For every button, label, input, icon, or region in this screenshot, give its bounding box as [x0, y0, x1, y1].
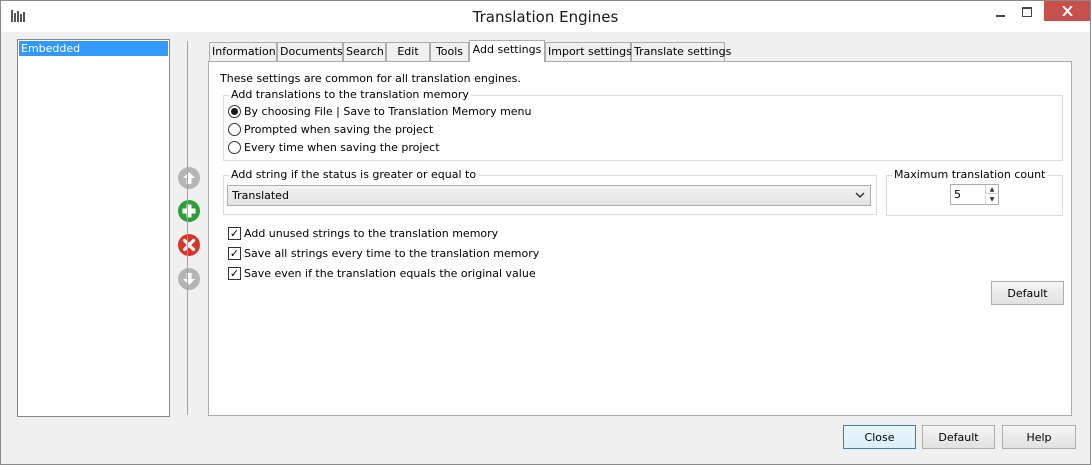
- intro-text: These settings are common for all transl…: [220, 72, 521, 85]
- tab-add-settings[interactable]: Add settings: [469, 40, 545, 62]
- tab-translate-settings[interactable]: Translate settings: [631, 42, 731, 61]
- max-count-spinner[interactable]: 5 ▲ ▼: [950, 184, 999, 205]
- close-button[interactable]: Close: [843, 425, 916, 449]
- vertical-separator: [187, 41, 188, 415]
- radio-label: By choosing File | Save to Translation M…: [244, 104, 532, 118]
- tab-tools[interactable]: Tools: [430, 42, 469, 61]
- memory-group-title: Add translations to the translation memo…: [229, 88, 471, 101]
- radio-button[interactable]: [228, 104, 241, 118]
- checkbox-label: Save even if the translation equals the …: [244, 266, 536, 280]
- add-icon: [178, 200, 200, 222]
- max-count-value[interactable]: 5: [954, 188, 961, 201]
- tab-edit[interactable]: Edit: [386, 42, 430, 61]
- close-icon: [1061, 6, 1073, 16]
- title-bar: Translation Engines: [1, 1, 1090, 32]
- add-button[interactable]: [177, 199, 201, 223]
- tab-import-settings[interactable]: Import settings: [545, 42, 632, 61]
- radio-save-menu[interactable]: By choosing File | Save to Translation M…: [228, 103, 532, 119]
- checkbox[interactable]: ✓: [228, 226, 241, 240]
- radio-label: Prompted when saving the project: [244, 122, 434, 136]
- spinner-down-button[interactable]: ▼: [985, 195, 998, 204]
- window-title: Translation Engines: [472, 8, 619, 26]
- spinner-buttons: ▲ ▼: [985, 185, 998, 204]
- minimize-icon: [996, 15, 1005, 17]
- checkbox[interactable]: ✓: [228, 246, 241, 260]
- checkbox-label: Add unused strings to the translation me…: [244, 226, 499, 240]
- max-count-group-title: Maximum translation count: [892, 168, 1048, 181]
- tab-information[interactable]: Information: [209, 42, 277, 61]
- chevron-down-icon: [855, 192, 865, 199]
- radio-button[interactable]: [228, 122, 241, 136]
- move-down-button[interactable]: [177, 267, 201, 291]
- checkbox-save-even[interactable]: ✓ Save even if the translation equals th…: [228, 265, 536, 281]
- status-group-title: Add string if the status is greater or e…: [229, 168, 479, 181]
- arrow-up-icon: [178, 167, 200, 189]
- maximize-button[interactable]: [1014, 1, 1040, 23]
- engine-list[interactable]: Embedded: [17, 39, 170, 417]
- status-combobox[interactable]: Translated: [227, 185, 871, 206]
- radio-every-time[interactable]: Every time when saving the project: [228, 139, 440, 155]
- translation-engines-window: Translation Engines Embedded Information…: [0, 0, 1091, 465]
- radio-prompted[interactable]: Prompted when saving the project: [228, 121, 433, 137]
- spinner-up-button[interactable]: ▲: [985, 185, 998, 194]
- remove-icon: [178, 234, 200, 256]
- engine-item-embedded[interactable]: Embedded: [19, 41, 168, 56]
- radio-button[interactable]: [228, 140, 241, 154]
- help-button[interactable]: Help: [1002, 425, 1076, 449]
- status-combobox-value: Translated: [232, 189, 289, 202]
- remove-button[interactable]: [177, 233, 201, 257]
- move-up-button[interactable]: [177, 166, 201, 190]
- maximize-icon: [1022, 7, 1032, 17]
- minimize-button[interactable]: [988, 1, 1014, 23]
- checkbox-save-all[interactable]: ✓ Save all strings every time to the tra…: [228, 245, 539, 261]
- checkbox-add-unused[interactable]: ✓ Add unused strings to the translation …: [228, 225, 498, 241]
- radio-label: Every time when saving the project: [244, 140, 440, 154]
- arrow-down-icon: [178, 268, 200, 290]
- checkbox[interactable]: ✓: [228, 266, 241, 280]
- tab-documents[interactable]: Documents: [277, 42, 343, 61]
- default-button[interactable]: Default: [922, 425, 995, 449]
- panel-default-button[interactable]: Default: [991, 281, 1064, 305]
- close-window-button[interactable]: [1044, 1, 1090, 21]
- checkbox-label: Save all strings every time to the trans…: [244, 246, 540, 260]
- tab-search[interactable]: Search: [343, 42, 386, 61]
